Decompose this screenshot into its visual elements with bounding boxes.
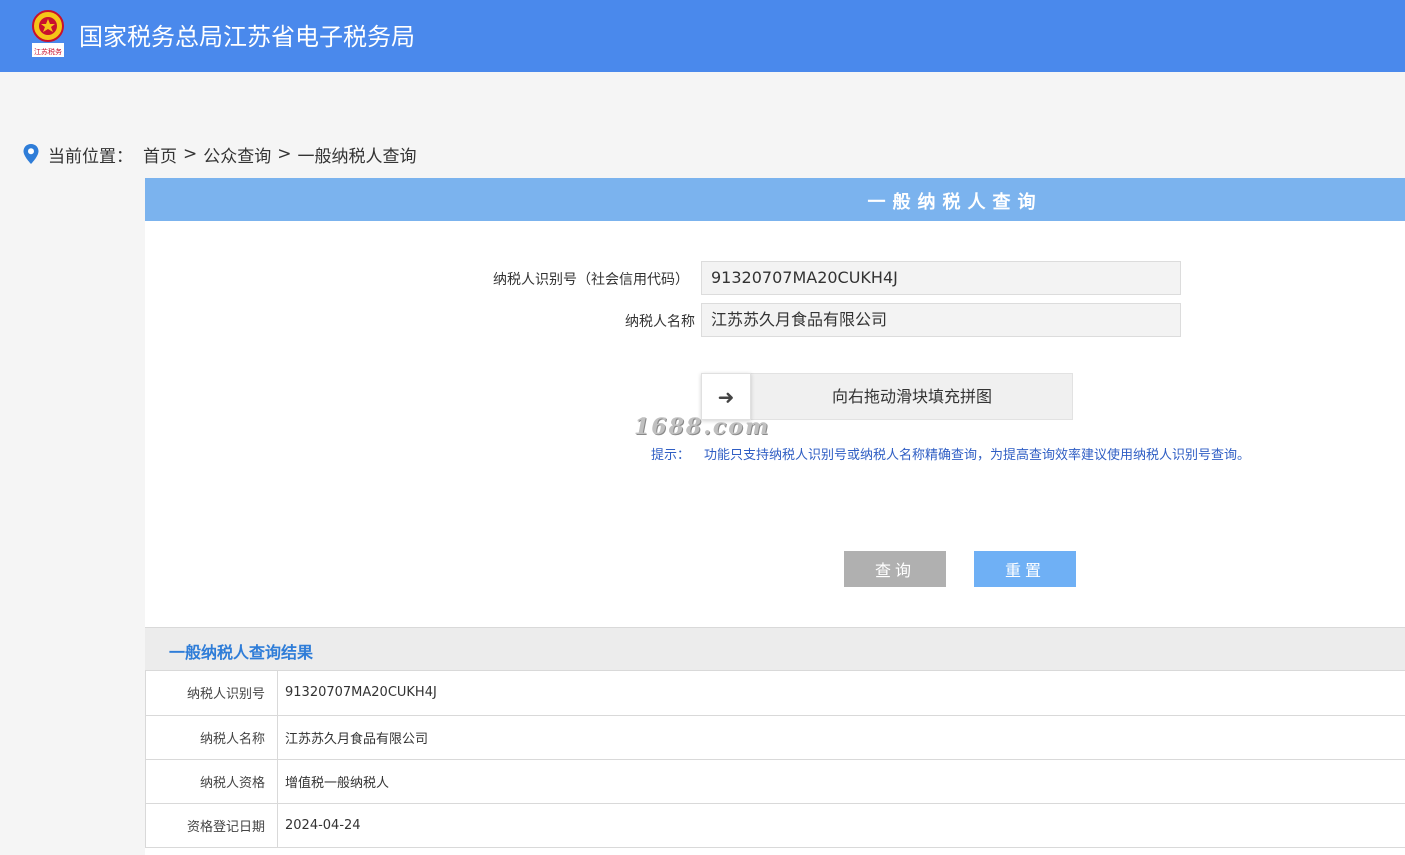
result-key: 纳税人名称	[145, 715, 278, 760]
table-row: 纳税人名称 江苏苏久月食品有限公司	[145, 715, 1405, 760]
logo-text: 江苏税务	[34, 47, 62, 56]
table-row: 纳税人识别号 91320707MA20CUKH4J	[145, 671, 1405, 716]
site-title: 国家税务总局江苏省电子税务局	[79, 23, 415, 51]
taxpayer-id-input[interactable]: 91320707MA20CUKH4J	[701, 261, 1181, 295]
result-value: 2024-04-24	[277, 803, 1405, 848]
query-panel-title: 一般纳税人查询	[867, 192, 1043, 213]
results-header: 一般纳税人查询结果	[145, 627, 1405, 671]
result-value: 91320707MA20CUKH4J	[277, 671, 1405, 716]
breadcrumb-current: 一般纳税人查询	[297, 146, 417, 167]
slider-handle[interactable]: ➜	[701, 373, 751, 420]
top-header-bar: 江苏税务 国家税务总局江苏省电子税务局	[0, 0, 1405, 72]
breadcrumb-public-query[interactable]: 公众查询	[203, 142, 271, 167]
results-table: 纳税人识别号 91320707MA20CUKH4J 纳税人名称 江苏苏久月食品有…	[145, 671, 1405, 848]
taxpayer-name-label: 纳税人名称	[625, 314, 695, 330]
breadcrumb-separator: >	[183, 144, 198, 164]
breadcrumb-separator: >	[277, 144, 292, 164]
result-key: 资格登记日期	[145, 803, 278, 848]
query-tip: 提示： 功能只支持纳税人识别号或纳税人名称精确查询，为提高查询效率建议使用纳税人识…	[651, 444, 1250, 463]
arrow-right-icon: ➜	[717, 384, 735, 409]
reset-button[interactable]: 重置	[974, 551, 1076, 587]
result-key: 纳税人资格	[145, 759, 278, 804]
breadcrumb-home[interactable]: 首页	[143, 142, 177, 167]
results-panel: 一般纳税人查询结果 纳税人识别号 91320707MA20CUKH4J 纳税人名…	[145, 627, 1405, 855]
location-pin-icon	[23, 144, 39, 164]
watermark: 1688.com	[634, 414, 771, 440]
taxpayer-name-input[interactable]: 江苏苏久月食品有限公司	[701, 303, 1181, 337]
taxpayer-id-label: 纳税人识别号（社会信用代码）	[493, 272, 689, 288]
breadcrumb-label: 当前位置：	[48, 146, 133, 167]
slider-instruction: 向右拖动滑块填充拼图	[831, 387, 992, 406]
table-row: 资格登记日期 2024-04-24	[145, 803, 1405, 848]
tip-label: 提示：	[651, 448, 691, 463]
result-key: 纳税人识别号	[145, 671, 278, 716]
results-title: 一般纳税人查询结果	[169, 643, 314, 662]
query-panel-header: 一般纳税人查询	[145, 178, 1405, 221]
captcha-slider[interactable]: ➜ 向右拖动滑块填充拼图	[701, 373, 1073, 420]
table-row: 纳税人资格 增值税一般纳税人	[145, 759, 1405, 804]
breadcrumb: 当前位置： 首页 > 公众查询 > 一般纳税人查询	[22, 141, 417, 167]
tip-text: 功能只支持纳税人识别号或纳税人名称精确查询，为提高查询效率建议使用纳税人识别号查…	[704, 448, 1251, 463]
tax-emblem-icon: 江苏税务	[32, 10, 64, 57]
result-value: 江苏苏久月食品有限公司	[277, 715, 1405, 760]
query-button[interactable]: 查询	[844, 551, 946, 587]
result-value: 增值税一般纳税人	[277, 759, 1405, 804]
query-panel: 一般纳税人查询 纳税人识别号（社会信用代码） 91320707MA20CUKH4…	[145, 178, 1405, 627]
